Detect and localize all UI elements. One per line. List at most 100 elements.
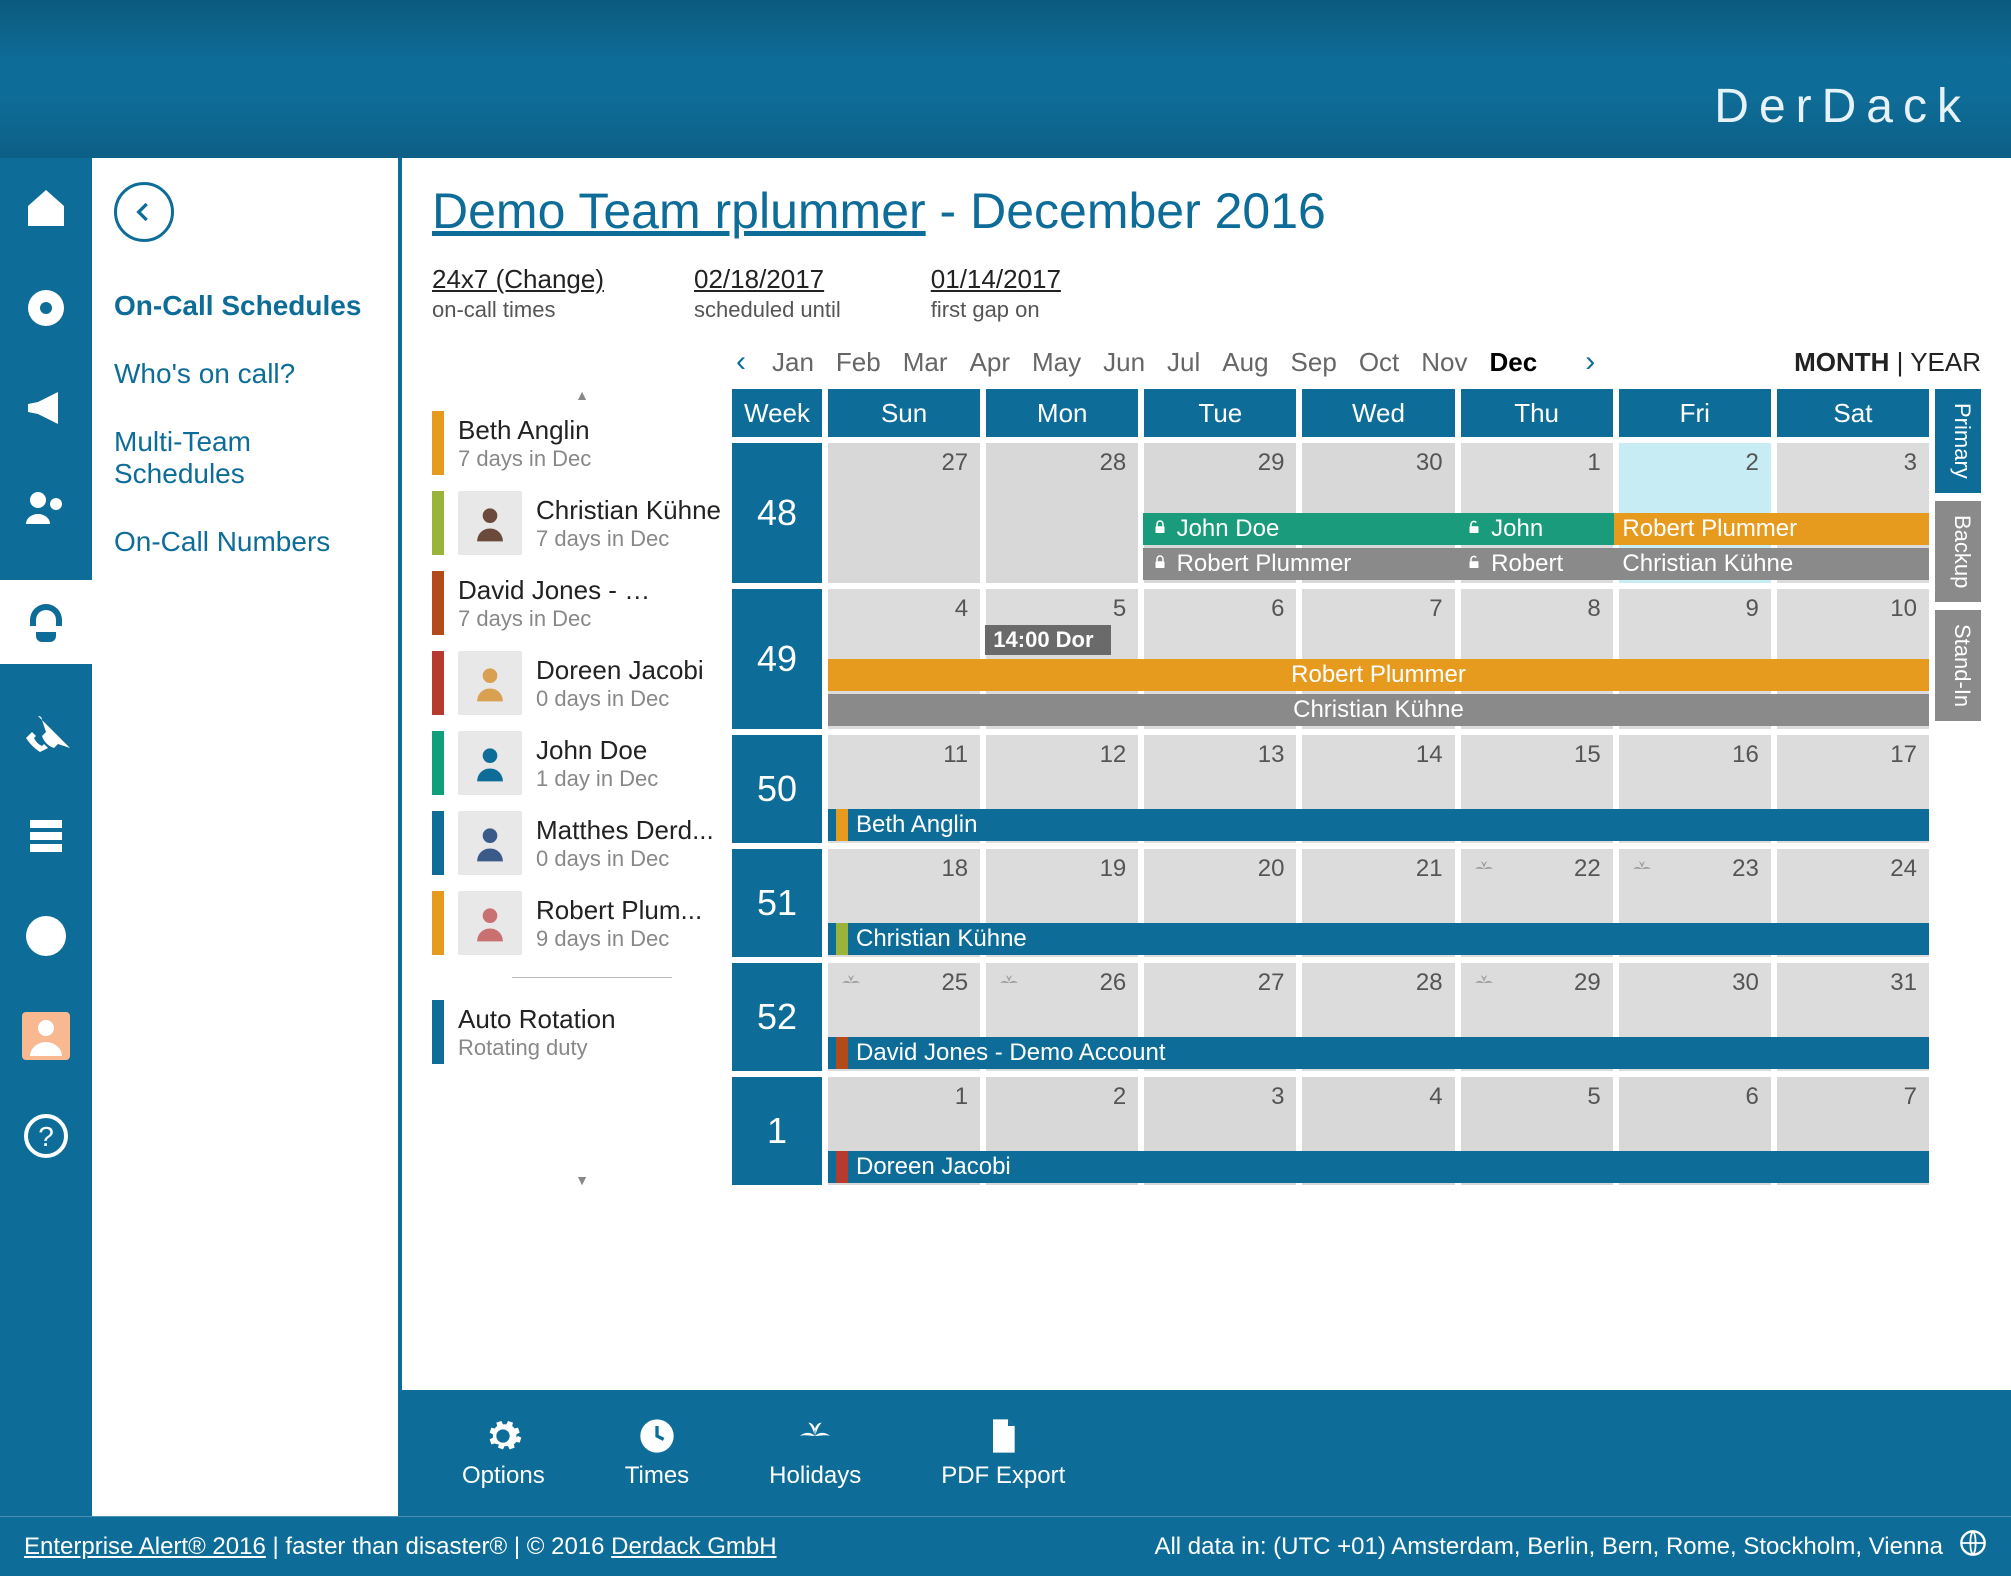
role-tab-standin[interactable]: Stand-In xyxy=(1935,610,1981,721)
nav-announce[interactable] xyxy=(18,380,74,436)
nav-teams[interactable] xyxy=(18,480,74,536)
holiday-icon xyxy=(1629,855,1655,886)
view-year-button[interactable]: YEAR xyxy=(1910,347,1981,377)
day-number: 27 xyxy=(941,449,968,477)
lock-open-icon xyxy=(1465,515,1483,543)
holidays-button[interactable]: Holidays xyxy=(769,1416,861,1490)
day-cell[interactable]: 27 xyxy=(828,443,980,583)
people-list: ▲ Beth Anglin7 days in DecChristian Kühn… xyxy=(432,341,732,1188)
day-header: Thu xyxy=(1461,389,1613,437)
color-swatch xyxy=(836,923,848,955)
day-cell[interactable]: 28 xyxy=(986,443,1138,583)
sidebar-item-numbers[interactable]: On-Call Numbers xyxy=(114,508,380,576)
nav-remote[interactable] xyxy=(18,708,74,764)
person-sub: 9 days in Dec xyxy=(536,926,702,952)
nav-reports[interactable] xyxy=(18,908,74,964)
assignment-bar[interactable]: Robert Plummer xyxy=(1143,548,1458,580)
assignment-label: Christian Kühne xyxy=(856,925,1027,953)
back-button[interactable] xyxy=(114,182,174,242)
color-swatch xyxy=(432,651,444,715)
month-jul[interactable]: Jul xyxy=(1167,347,1200,377)
day-number: 28 xyxy=(1100,449,1127,477)
sidebar-item-schedules[interactable]: On-Call Schedules xyxy=(114,272,380,340)
footer-text: | faster than disaster® | © 2016 xyxy=(266,1533,611,1560)
person-item[interactable]: Robert Plum...9 days in Dec xyxy=(432,883,732,963)
day-number: 1 xyxy=(955,1083,968,1111)
nav-help[interactable]: ? xyxy=(18,1108,74,1164)
assignment-bar[interactable]: David Jones - Demo Account xyxy=(828,1037,1929,1069)
sidebar-item-whos-on-call[interactable]: Who's on call? xyxy=(114,340,380,408)
person-item[interactable]: Matthes Derd...0 days in Dec xyxy=(432,803,732,883)
pdf-export-button[interactable]: PDF Export xyxy=(941,1416,1065,1490)
role-tab-primary[interactable]: Primary xyxy=(1935,389,1981,493)
nav-alerts[interactable] xyxy=(18,280,74,336)
person-item[interactable]: John Doe1 day in Dec xyxy=(432,723,732,803)
person-item[interactable]: Doreen Jacobi0 days in Dec xyxy=(432,643,732,723)
meta-scheduled-label: scheduled until xyxy=(694,297,841,323)
palm-icon xyxy=(795,1416,835,1456)
month-may[interactable]: May xyxy=(1032,347,1081,377)
month-nov[interactable]: Nov xyxy=(1421,347,1467,377)
assignment-bar[interactable]: Robert Plummer xyxy=(1614,513,1929,545)
nav-oncall-active[interactable] xyxy=(0,580,92,664)
assignment-bar[interactable]: Christian Kühne xyxy=(828,694,1929,726)
day-number: 30 xyxy=(1732,969,1759,997)
day-number: 24 xyxy=(1890,855,1917,883)
assignment-bar[interactable]: Robert xyxy=(1457,548,1614,580)
options-button[interactable]: Options xyxy=(462,1416,545,1490)
next-month-button[interactable]: › xyxy=(1581,345,1599,379)
globe-icon[interactable] xyxy=(1959,1529,1987,1564)
person-item[interactable]: David Jones - Demo...7 days in Dec xyxy=(432,563,732,643)
month-aug[interactable]: Aug xyxy=(1222,347,1268,377)
scroll-down-icon[interactable]: ▼ xyxy=(432,1172,732,1188)
svg-text:?: ? xyxy=(38,1121,54,1152)
auto-rotation-item[interactable]: Auto Rotation Rotating duty xyxy=(432,992,732,1072)
assignment-bar[interactable]: Robert Plummer xyxy=(828,659,1929,691)
assignment-bar[interactable]: Christian Kühne xyxy=(828,923,1929,955)
month-oct[interactable]: Oct xyxy=(1359,347,1399,377)
assignment-bar[interactable]: Doreen Jacobi xyxy=(828,1151,1929,1183)
month-feb[interactable]: Feb xyxy=(836,347,881,377)
team-name-link[interactable]: Demo Team rplummer xyxy=(432,183,926,239)
person-sub: 7 days in Dec xyxy=(536,526,721,552)
nav-profile[interactable] xyxy=(18,1008,74,1064)
month-mar[interactable]: Mar xyxy=(903,347,948,377)
assignment-bar[interactable]: Christian Kühne xyxy=(1614,548,1929,580)
meta-hours[interactable]: 24x7 (Change) on-call times xyxy=(432,264,604,323)
sidebar-item-multi-team[interactable]: Multi-Team Schedules xyxy=(114,408,380,508)
prev-month-button[interactable]: ‹ xyxy=(732,345,750,379)
month-apr[interactable]: Apr xyxy=(970,347,1010,377)
color-swatch xyxy=(432,1000,444,1064)
scroll-up-icon[interactable]: ▲ xyxy=(432,387,732,403)
meta-scheduled[interactable]: 02/18/2017 scheduled until xyxy=(694,264,841,323)
assignment-bar[interactable]: John Doe xyxy=(1143,513,1458,545)
person-sub: 0 days in Dec xyxy=(536,846,714,872)
day-number: 31 xyxy=(1890,969,1917,997)
assignment-label: Christian Kühne xyxy=(1622,550,1793,578)
month-dec[interactable]: Dec xyxy=(1490,347,1538,377)
month-sep[interactable]: Sep xyxy=(1291,347,1337,377)
meta-gap[interactable]: 01/14/2017 first gap on xyxy=(931,264,1061,323)
footer-product-link[interactable]: Enterprise Alert® 2016 xyxy=(24,1533,266,1560)
assignment-label: Christian Kühne xyxy=(1293,696,1464,724)
day-number: 6 xyxy=(1745,1083,1758,1111)
assignment-bar[interactable]: Beth Anglin xyxy=(828,809,1929,841)
person-name: Christian Kühne xyxy=(536,495,721,526)
assignment-label: David Jones - Demo Account xyxy=(856,1039,1165,1067)
times-button[interactable]: Times xyxy=(625,1416,689,1490)
color-swatch xyxy=(432,891,444,955)
role-tab-backup[interactable]: Backup xyxy=(1935,501,1981,602)
person-item[interactable]: Beth Anglin7 days in Dec xyxy=(432,403,732,483)
month-jan[interactable]: Jan xyxy=(772,347,814,377)
nav-home[interactable] xyxy=(18,180,74,236)
brand-logo: DerDack xyxy=(1714,79,1971,134)
month-jun[interactable]: Jun xyxy=(1103,347,1145,377)
view-month-button[interactable]: MONTH xyxy=(1794,347,1889,377)
calendar-grid: WeekSunMonTueWedThuFriSat4827282930123Jo… xyxy=(732,389,1929,1185)
meta-scheduled-value: 02/18/2017 xyxy=(694,264,841,295)
footer-company-link[interactable]: Derdack GmbH xyxy=(611,1533,776,1560)
person-item[interactable]: Christian Kühne7 days in Dec xyxy=(432,483,732,563)
nav-servers[interactable] xyxy=(18,808,74,864)
footer-timezone: All data in: (UTC +01) Amsterdam, Berlin… xyxy=(1154,1533,1943,1561)
assignment-bar[interactable]: John xyxy=(1457,513,1614,545)
